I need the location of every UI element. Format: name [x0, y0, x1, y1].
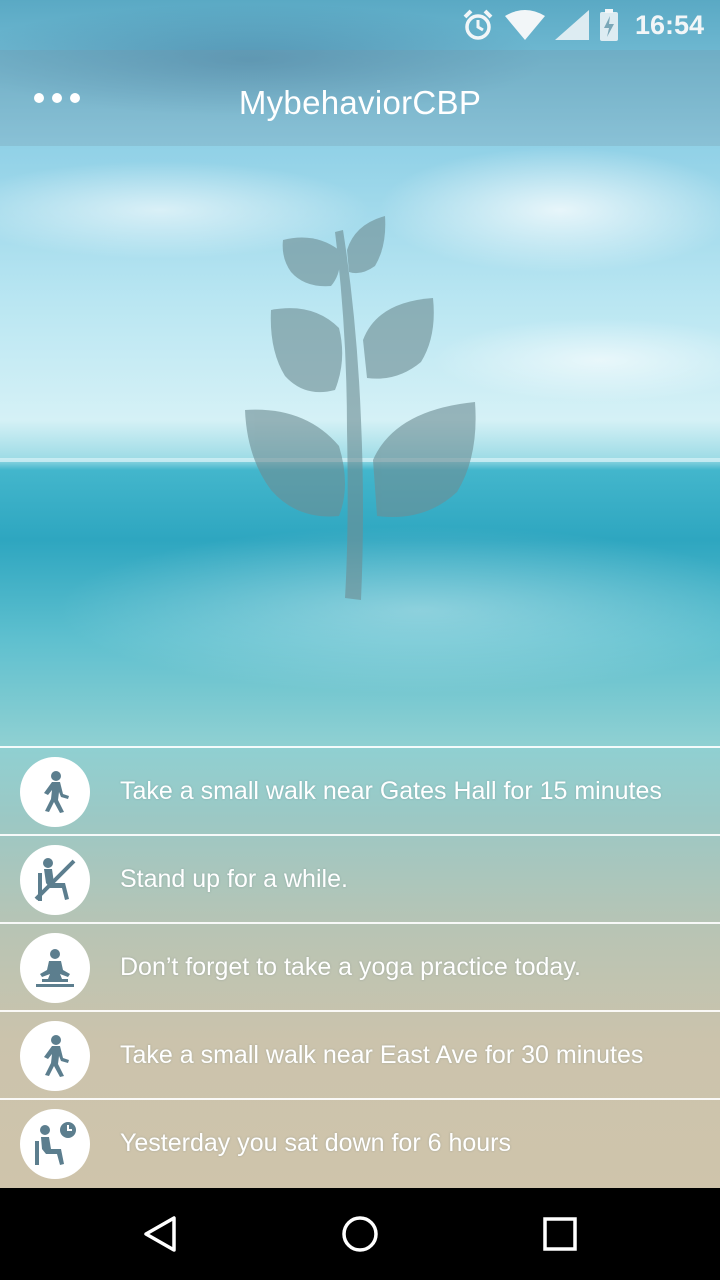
list-item[interactable]: Take a small walk near East Ave for 30 m… — [0, 1010, 720, 1098]
back-triangle-icon[interactable] — [100, 1188, 220, 1280]
list-item[interactable]: Don’t forget to take a yoga practice tod… — [0, 922, 720, 1010]
status-time: 16:54 — [634, 9, 704, 40]
suggestion-list: Take a small walk near Gates Hall for 15… — [0, 746, 720, 1186]
suggestion-text: Yesterday you sat down for 6 hours — [120, 1129, 511, 1157]
background-scene: 16:54 MybehaviorCBP Take a small walk ne… — [0, 0, 720, 1188]
suggestion-text: Take a small walk near Gates Hall for 15… — [120, 777, 662, 805]
status-bar: 16:54 — [0, 0, 720, 50]
walking-icon — [20, 1021, 90, 1091]
sitting-clock-icon — [20, 1109, 90, 1179]
app-bar: MybehaviorCBP — [0, 50, 720, 146]
recents-square-icon[interactable] — [500, 1188, 620, 1280]
signal-icon — [554, 10, 589, 40]
list-item[interactable]: Stand up for a while. — [0, 834, 720, 922]
suggestion-text: Don’t forget to take a yoga practice tod… — [120, 953, 581, 981]
list-item[interactable]: Yesterday you sat down for 6 hours — [0, 1098, 720, 1186]
no-sitting-icon — [20, 845, 90, 915]
list-item[interactable]: Take a small walk near Gates Hall for 15… — [0, 746, 720, 834]
app-title: MybehaviorCBP — [238, 84, 482, 121]
suggestion-text: Take a small walk near East Ave for 30 m… — [120, 1041, 644, 1069]
battery-charging-icon — [599, 9, 619, 41]
plant-logo-icon — [245, 216, 476, 600]
home-circle-icon[interactable] — [300, 1188, 420, 1280]
wifi-icon — [504, 10, 545, 40]
alarm-icon — [461, 8, 495, 42]
navigation-bar — [0, 1188, 720, 1280]
walking-icon — [20, 757, 90, 827]
yoga-icon — [20, 933, 90, 1003]
suggestion-text: Stand up for a while. — [120, 865, 348, 893]
